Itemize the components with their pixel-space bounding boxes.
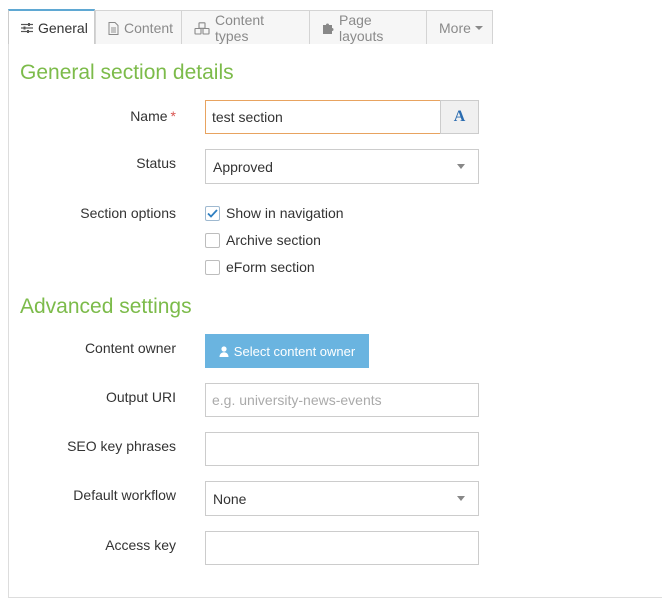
archive-section-checkbox[interactable]: Archive section xyxy=(205,232,321,248)
tab-label: More xyxy=(439,20,471,36)
advanced-section-title: Advanced settings xyxy=(20,295,192,318)
general-section-title: General section details xyxy=(20,61,234,84)
tab-more[interactable]: More xyxy=(426,10,493,45)
checkbox-box[interactable] xyxy=(205,205,220,221)
required-marker: * xyxy=(170,108,176,124)
chevron-down-icon xyxy=(457,496,465,501)
content-owner-label: Content owner xyxy=(84,340,176,356)
name-label: Name * xyxy=(130,108,176,124)
name-input[interactable] xyxy=(205,100,441,134)
document-icon xyxy=(108,21,119,35)
tab-content[interactable]: Content xyxy=(95,10,182,45)
default-workflow-label: Default workflow xyxy=(73,487,176,503)
cubes-icon xyxy=(194,21,210,35)
tab-label: Content xyxy=(124,20,174,36)
show-in-navigation-checkbox[interactable]: Show in navigation xyxy=(205,205,344,221)
user-icon xyxy=(219,345,229,357)
chevron-down-icon xyxy=(457,164,465,169)
sliders-icon xyxy=(21,22,33,34)
tab-general[interactable]: General xyxy=(8,9,95,45)
tab-content-types[interactable]: Content types xyxy=(181,10,310,45)
workflow-value: None xyxy=(213,490,247,507)
puzzle-icon xyxy=(322,22,334,34)
section-options-label: Section options xyxy=(80,205,176,221)
checkmark-icon xyxy=(207,208,218,218)
checkbox-box[interactable] xyxy=(205,259,220,275)
tab-label: Content types xyxy=(215,12,265,44)
checkbox-box[interactable] xyxy=(205,232,220,248)
status-label: Status xyxy=(136,155,176,171)
output-uri-label: Output URI xyxy=(105,389,176,405)
language-addon-button[interactable]: A xyxy=(440,100,479,134)
access-key-label: Access key xyxy=(105,537,176,553)
tab-bar: General Content Content types Page layou… xyxy=(8,9,662,45)
status-value: Approved xyxy=(213,158,273,175)
eform-section-checkbox[interactable]: eForm section xyxy=(205,259,315,275)
access-key-input[interactable] xyxy=(205,531,479,565)
tab-label: Page layouts xyxy=(339,12,384,44)
status-select[interactable]: Approved xyxy=(205,149,479,184)
chevron-down-icon xyxy=(474,26,483,30)
seo-key-phrases-input[interactable] xyxy=(205,432,479,466)
seo-key-phrases-label: SEO key phrases xyxy=(67,438,176,454)
tab-label: General xyxy=(38,20,88,36)
default-workflow-select[interactable]: None xyxy=(205,481,479,516)
output-uri-input[interactable] xyxy=(205,383,479,417)
select-content-owner-button[interactable]: Select content owner xyxy=(205,334,369,368)
tab-page-layouts[interactable]: Page layouts xyxy=(309,10,427,45)
